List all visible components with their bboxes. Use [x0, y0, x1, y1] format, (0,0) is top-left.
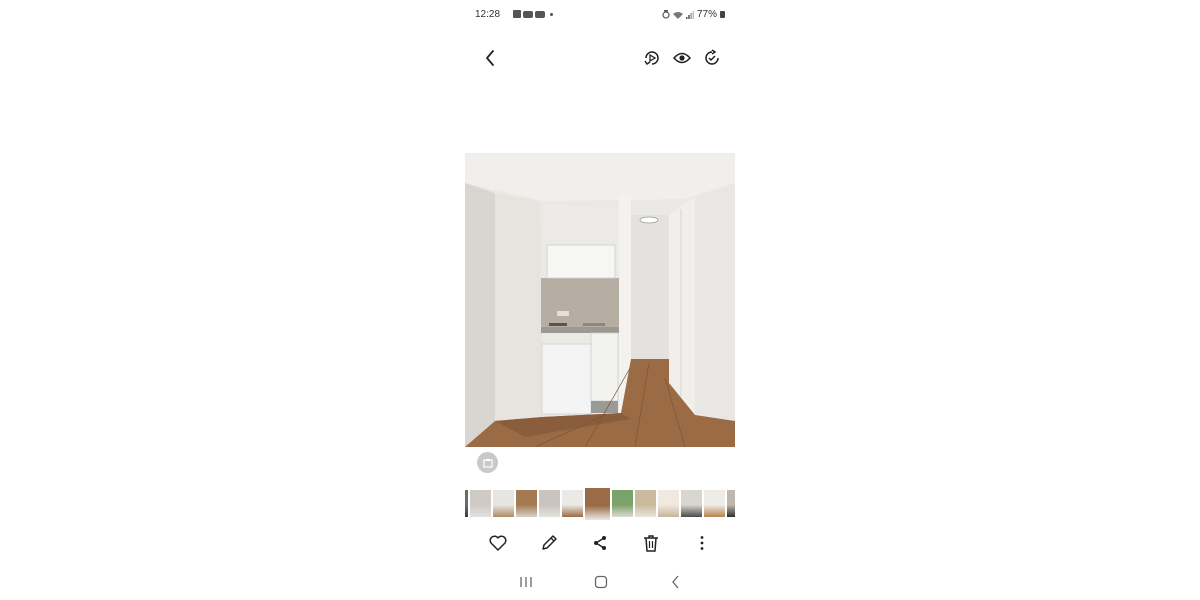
thumbnail[interactable] — [516, 490, 537, 517]
view-icon — [673, 52, 691, 64]
share-button[interactable] — [589, 532, 611, 554]
thumbnail[interactable] — [465, 490, 468, 517]
remaster-icon — [644, 51, 659, 66]
more-dot-icon — [550, 12, 553, 16]
favorite-button[interactable] — [487, 532, 509, 554]
thumbnail[interactable] — [612, 490, 633, 517]
system-nav-bar — [465, 572, 735, 592]
edit-icon — [542, 535, 557, 550]
kitchenette-image — [465, 153, 735, 447]
home-icon — [594, 575, 608, 589]
image-type-icon — [482, 458, 493, 468]
rotate-icon — [705, 49, 719, 65]
main-photo[interactable] — [465, 153, 735, 447]
youtube-icon — [523, 10, 533, 18]
thumbnail[interactable] — [493, 490, 514, 517]
thumbnail[interactable] — [562, 490, 583, 517]
battery-percent: 77% — [696, 9, 717, 20]
view-button[interactable] — [671, 47, 693, 69]
favorite-icon — [489, 535, 507, 551]
top-toolbar — [465, 44, 735, 72]
back-icon — [486, 50, 494, 66]
signal-icon — [685, 10, 694, 19]
delete-button[interactable] — [640, 532, 662, 554]
alarm-icon — [662, 10, 670, 19]
home-button[interactable] — [590, 572, 612, 592]
thumbnail[interactable] — [539, 490, 560, 517]
thumbnail[interactable] — [635, 490, 656, 517]
back-nav-icon — [672, 575, 679, 589]
thumbnail[interactable] — [704, 490, 725, 517]
thumbnail-strip[interactable] — [465, 488, 735, 522]
notification-icons — [513, 10, 553, 18]
thumbnail[interactable] — [681, 490, 702, 517]
remaster-button[interactable] — [641, 47, 663, 69]
thumbnail[interactable] — [470, 490, 491, 517]
recents-icon — [520, 577, 532, 587]
edit-button[interactable] — [538, 532, 560, 554]
bottom-toolbar — [465, 532, 735, 556]
photo-details-badge[interactable] — [477, 452, 498, 473]
more-options-icon — [700, 536, 704, 550]
status-bar: 12:28 77% — [475, 8, 725, 24]
rotate-button[interactable] — [701, 47, 723, 69]
battery-icon — [720, 11, 725, 18]
thumbnail-list — [465, 488, 735, 520]
thumbnail-active[interactable] — [585, 488, 610, 520]
wifi-icon — [672, 11, 683, 19]
gallery-notification-icon — [513, 10, 521, 18]
status-time: 12:28 — [475, 9, 501, 20]
phone-screen: 12:28 77% — [465, 0, 735, 600]
thumbnail[interactable] — [658, 490, 679, 517]
youtube-icon — [535, 10, 545, 18]
delete-icon — [644, 535, 658, 552]
back-nav-button[interactable] — [665, 572, 687, 592]
status-right: 77% — [662, 9, 725, 20]
back-button[interactable] — [479, 46, 501, 70]
more-options-button[interactable] — [691, 532, 713, 554]
recents-button[interactable] — [515, 572, 537, 592]
share-icon — [594, 536, 606, 550]
thumbnail[interactable] — [727, 490, 735, 517]
